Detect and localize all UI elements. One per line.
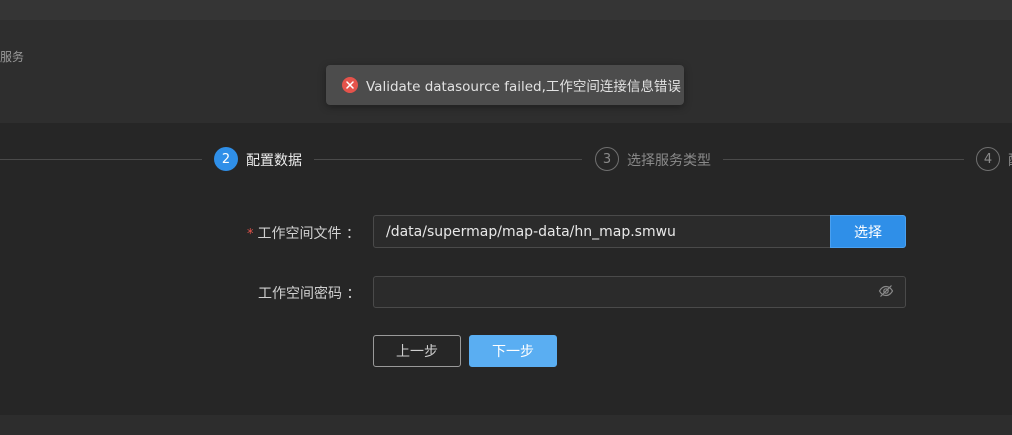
prev-step-button[interactable]: 上一步 — [373, 335, 461, 367]
step-connector — [0, 159, 202, 160]
step-2-number: 2 — [214, 147, 238, 171]
step-4-number: 4 — [976, 147, 1000, 171]
bottom-band — [0, 415, 1012, 435]
workspace-file-input[interactable]: /data/supermap/map-data/hn_map.smwu — [373, 215, 831, 248]
workspace-file-value: /data/supermap/map-data/hn_map.smwu — [386, 223, 676, 240]
step-2-label: 配置数据 — [246, 153, 302, 169]
toast-message: Validate datasource failed,工作空间连接信息错误 — [366, 79, 681, 95]
breadcrumb: 服务 — [0, 50, 25, 64]
workspace-password-label: 工作空间密码 ： — [258, 286, 361, 302]
choose-file-button[interactable]: 选择 — [830, 215, 906, 248]
step-connector — [723, 159, 964, 160]
step-4-label: 配 — [1008, 150, 1012, 170]
top-bar — [0, 0, 1012, 20]
workspace-password-input[interactable] — [373, 276, 906, 308]
next-step-button[interactable]: 下一步 — [469, 335, 557, 367]
error-circle-icon — [342, 77, 358, 93]
workspace-file-label-text: 工作空间文件 ： — [257, 226, 360, 242]
eye-off-icon[interactable] — [878, 283, 894, 299]
step-3-label: 选择服务类型 — [627, 153, 711, 169]
required-mark: * — [247, 227, 254, 242]
step-connector — [314, 159, 582, 160]
step-3-number: 3 — [595, 147, 619, 171]
workspace-file-label: * 工作空间文件 ： — [247, 223, 360, 243]
main-panel — [0, 123, 1012, 415]
error-toast: Validate datasource failed,工作空间连接信息错误 — [326, 65, 684, 105]
